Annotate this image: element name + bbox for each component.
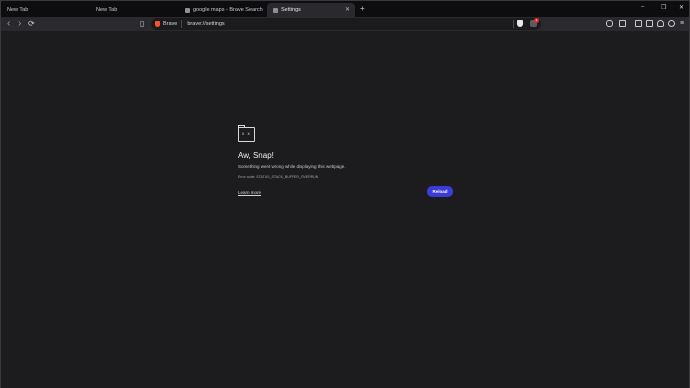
error-title: Aw, Snap! <box>238 151 274 160</box>
divider <box>513 20 514 28</box>
error-message: Something went wrong while displaying th… <box>238 164 346 169</box>
rewards-badge: 1 <box>534 18 539 23</box>
address-bar[interactable]: Brave brave://settings <box>151 18 541 30</box>
tab-new-tab-2[interactable]: New Tab <box>90 3 178 17</box>
sad-face: x x <box>242 131 251 136</box>
tab-settings[interactable]: Settings ✕ <box>267 3 355 17</box>
tab-label: google maps - Brave Search <box>193 7 263 13</box>
tab-new-tab-1[interactable]: New Tab <box>1 3 89 17</box>
sad-tab-notch <box>238 125 245 128</box>
forward-arrow-icon[interactable]: › <box>18 18 21 29</box>
divider <box>181 20 183 28</box>
downloads-icon[interactable] <box>619 20 626 27</box>
settings-favicon-icon <box>273 7 278 13</box>
menu-icon[interactable]: ≡ <box>680 18 684 30</box>
sidebar-icon[interactable] <box>635 20 642 27</box>
tab-strip: New Tab New Tab google maps - Brave Sear… <box>1 1 689 17</box>
sad-tab-icon: x x <box>238 125 255 142</box>
favicon-icon <box>185 7 190 13</box>
reload-button[interactable]: Reload <box>427 186 453 197</box>
url-text[interactable]: brave://settings <box>187 21 224 27</box>
wallet-icon[interactable] <box>646 20 653 27</box>
page-content: x x Aw, Snap! Something went wrong while… <box>1 31 689 388</box>
minimize-button[interactable]: – <box>641 4 644 10</box>
close-window-button[interactable]: ✕ <box>679 4 684 11</box>
tab-google-maps[interactable]: google maps - Brave Search <box>179 3 267 17</box>
error-code: Error code: STATUS_STACK_BUFFER_OVERRUN <box>238 175 319 179</box>
new-tab-button[interactable]: + <box>360 4 365 13</box>
back-arrow-icon[interactable]: ‹ <box>7 18 10 29</box>
tab-label: New Tab <box>96 7 118 13</box>
tab-close-icon[interactable]: ✕ <box>345 6 350 13</box>
reload-icon[interactable]: ⟳ <box>28 18 35 30</box>
bookmark-icon[interactable]: ▯ <box>140 18 144 30</box>
browser-window: New Tab New Tab google maps - Brave Sear… <box>0 0 690 388</box>
vpn-icon[interactable] <box>668 20 675 27</box>
toolbar: ‹ › ⟳ ▯ Brave brave://settings 1 ≡ <box>1 17 689 31</box>
tab-label: Settings <box>281 7 301 13</box>
extension-icon[interactable] <box>606 20 613 27</box>
tab-label: New Tab <box>7 7 29 13</box>
maximize-button[interactable]: ❐ <box>661 4 666 11</box>
brave-label: Brave <box>163 21 178 27</box>
brave-shield-icon[interactable] <box>517 20 523 27</box>
learn-more-link[interactable]: Learn more <box>238 190 261 195</box>
brave-logo-icon <box>155 21 160 27</box>
leo-icon[interactable] <box>657 20 664 27</box>
